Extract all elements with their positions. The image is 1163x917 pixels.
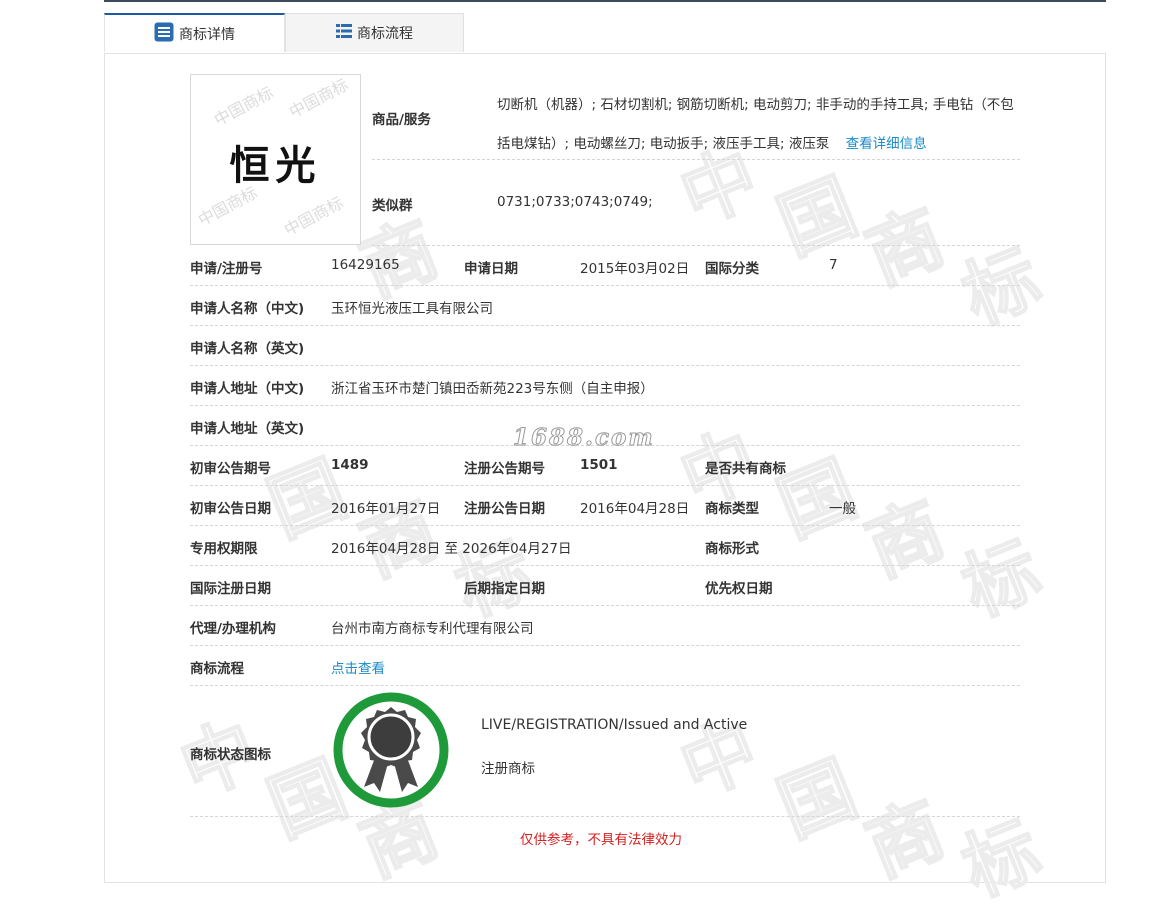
applicant-cn-label: 申请人名称（中文): [190, 301, 305, 317]
image-watermark: 中国商标: [210, 82, 277, 130]
row-divider: [190, 325, 1020, 326]
row-divider: [190, 405, 1020, 406]
agent-value: 台州市南方商标专利代理有限公司: [331, 621, 534, 637]
shared-label: 是否共有商标: [705, 461, 786, 477]
tm-type-label: 商标类型: [705, 501, 759, 517]
flow-label: 商标流程: [190, 661, 244, 677]
status-icon-label: 商标状态图标: [190, 747, 271, 763]
trademark-image: 中国商标 中国商标 中国商标 中国商标 恒光: [190, 74, 361, 245]
row-divider: [190, 565, 1020, 566]
goods-label: 商品/服务: [372, 112, 431, 128]
row-divider: [190, 605, 1020, 606]
address-cn-label: 申请人地址（中文): [190, 381, 305, 397]
address-en-label: 申请人地址（英文): [190, 421, 305, 437]
agent-label: 代理/办理机构: [190, 621, 276, 637]
intl-class-value: 7: [829, 257, 838, 273]
image-watermark: 中国商标: [285, 74, 352, 122]
prelim-issue-label: 初审公告期号: [190, 461, 271, 477]
address-cn-value: 浙江省玉环市楚门镇田岙新苑223号东侧（自主申报）: [331, 381, 654, 397]
reg-issue-label: 注册公告期号: [464, 461, 545, 477]
goods-value: 切断机（机器）; 石材切割机; 钢筋切断机; 电动剪刀; 非手动的手持工具; 手…: [497, 86, 1017, 164]
disclaimer-text: 仅供参考，不具有法律效力: [520, 832, 682, 848]
validity-value: 2016年04月28日 至 2026年04月27日: [331, 541, 572, 557]
similar-group-value: 0731;0733;0743;0749;: [497, 194, 653, 210]
row-divider: [190, 685, 1020, 686]
view-details-link[interactable]: 查看详细信息: [846, 136, 927, 152]
validity-label: 专用权期限: [190, 541, 258, 557]
row-divider: [372, 245, 1020, 246]
row-divider: [190, 285, 1020, 286]
status-cn-text: 注册商标: [481, 761, 535, 777]
reg-date-label: 注册公告日期: [464, 501, 545, 517]
reg-no-value: 16429165: [331, 257, 400, 273]
view-flow-link[interactable]: 点击查看: [331, 657, 385, 677]
similar-group-label: 类似群: [372, 198, 413, 214]
image-watermark: 中国商标: [280, 192, 347, 240]
applicant-en-label: 申请人名称（英文): [190, 341, 305, 357]
priority-date-label: 优先权日期: [705, 581, 773, 597]
row-divider: [190, 645, 1020, 646]
row-divider: [190, 525, 1020, 526]
row-divider: [190, 485, 1020, 486]
row-divider: [190, 365, 1020, 366]
row-divider: [372, 159, 1020, 160]
tm-type-value: 一般: [829, 501, 856, 517]
registered-seal-icon: [332, 691, 450, 809]
later-date-label: 后期指定日期: [464, 581, 545, 597]
details-content: 中国商标 中国商标 中国商标 中国商标 恒光 商品/服务 切断机（机器）; 石材…: [0, 0, 1163, 873]
intl-class-label: 国际分类: [705, 261, 759, 277]
prelim-date-value: 2016年01月27日: [331, 501, 441, 517]
reg-issue-value: 1501: [580, 457, 618, 473]
intl-reg-date-label: 国际注册日期: [190, 581, 271, 597]
prelim-issue-value: 1489: [331, 457, 369, 473]
row-divider: [190, 816, 1020, 817]
prelim-date-label: 初审公告日期: [190, 501, 271, 517]
tm-form-label: 商标形式: [705, 541, 759, 557]
goods-text: 切断机（机器）; 石材切割机; 钢筋切断机; 电动剪刀; 非手动的手持工具; 手…: [497, 97, 1014, 152]
apply-date-label: 申请日期: [464, 261, 518, 277]
status-en-text: LIVE/REGISTRATION/Issued and Active: [481, 717, 748, 733]
site-watermark: 1688.com: [513, 424, 655, 452]
reg-no-label: 申请/注册号: [190, 261, 263, 277]
apply-date-value: 2015年03月02日: [580, 261, 690, 277]
trademark-logo-text: 恒光: [229, 143, 322, 189]
reg-date-value: 2016年04月28日: [580, 501, 690, 517]
applicant-cn-value: 玉环恒光液压工具有限公司: [331, 301, 493, 317]
